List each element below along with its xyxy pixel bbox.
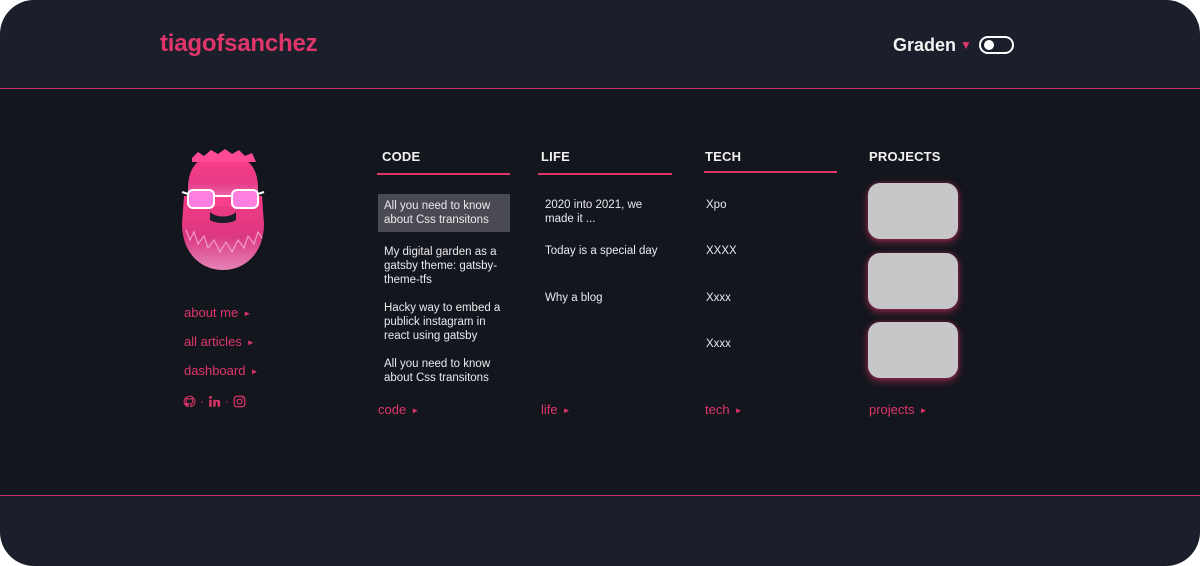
more-link-label: projects [869, 402, 915, 417]
theme-toggle[interactable] [979, 36, 1014, 54]
sidebar-link-label: about me [184, 305, 239, 320]
more-link-label: tech [705, 402, 730, 417]
column-divider [704, 171, 837, 173]
garden-menu[interactable]: Graden ▼ [893, 35, 972, 56]
column-divider [377, 173, 510, 175]
more-link-label: life [541, 402, 558, 417]
project-card[interactable] [868, 253, 958, 309]
column-title-code: CODE [382, 149, 421, 164]
column-title-life: LIFE [541, 149, 570, 164]
sidebar-link-label: all articles [184, 334, 242, 349]
sidebar-link-label: dashboard [184, 363, 246, 378]
code-article-item[interactable]: Hacky way to embed a publick instagram i… [384, 301, 506, 343]
life-article-item[interactable]: 2020 into 2021, we made it ... [545, 198, 663, 226]
sidebar-link-dashboard[interactable]: dashboard ► [184, 363, 258, 378]
arrow-right-icon: ► [246, 338, 255, 347]
tech-article-item[interactable]: XXXX [706, 244, 737, 258]
project-card[interactable] [868, 322, 958, 378]
code-article-item[interactable]: All you need to know about Css transiton… [378, 194, 510, 232]
garden-menu-label: Graden [893, 35, 957, 55]
arrow-right-icon: ► [562, 406, 571, 415]
avatar-icon [181, 149, 265, 270]
column-title-projects: PROJECTS [869, 149, 941, 164]
toggle-knob [984, 40, 994, 50]
column-title-tech: TECH [705, 149, 742, 164]
social-links: · · [183, 394, 246, 408]
more-projects-link[interactable]: projects ► [869, 402, 927, 417]
life-article-item[interactable]: Why a blog [545, 291, 670, 305]
site-logo-text[interactable]: tiagofsanchez [160, 30, 318, 58]
sidebar-link-about-me[interactable]: about me ► [184, 305, 251, 320]
arrow-right-icon: ► [243, 309, 252, 318]
more-link-label: code [378, 402, 407, 417]
sidebar-link-all-articles[interactable]: all articles ► [184, 334, 255, 349]
linkedin-icon[interactable] [208, 395, 221, 408]
more-life-link[interactable]: life ► [541, 402, 571, 417]
more-code-link[interactable]: code ► [378, 402, 419, 417]
life-article-item[interactable]: Today is a special day [545, 244, 670, 258]
more-tech-link[interactable]: tech ► [705, 402, 743, 417]
github-icon[interactable] [183, 395, 196, 408]
column-divider [538, 173, 672, 175]
arrow-right-icon: ► [250, 367, 259, 376]
tech-article-item[interactable]: Xxxx [706, 337, 731, 351]
app-frame: tiagofsanchez Graden ▼ about me ► all arti… [0, 0, 1200, 566]
code-article-item[interactable]: My digital garden as a gatsby theme: gat… [384, 245, 506, 287]
instagram-icon[interactable] [233, 395, 246, 408]
social-separator: · [225, 394, 229, 408]
caret-down-icon: ▼ [960, 38, 972, 52]
code-article-item[interactable]: All you need to know about Css transiton… [384, 357, 506, 385]
tech-article-item[interactable]: Xpo [706, 198, 726, 212]
tech-article-item[interactable]: Xxxx [706, 291, 731, 305]
arrow-right-icon: ► [411, 406, 420, 415]
social-separator: · [200, 394, 204, 408]
arrow-right-icon: ► [734, 406, 743, 415]
project-card[interactable] [868, 183, 958, 239]
arrow-right-icon: ► [919, 406, 928, 415]
